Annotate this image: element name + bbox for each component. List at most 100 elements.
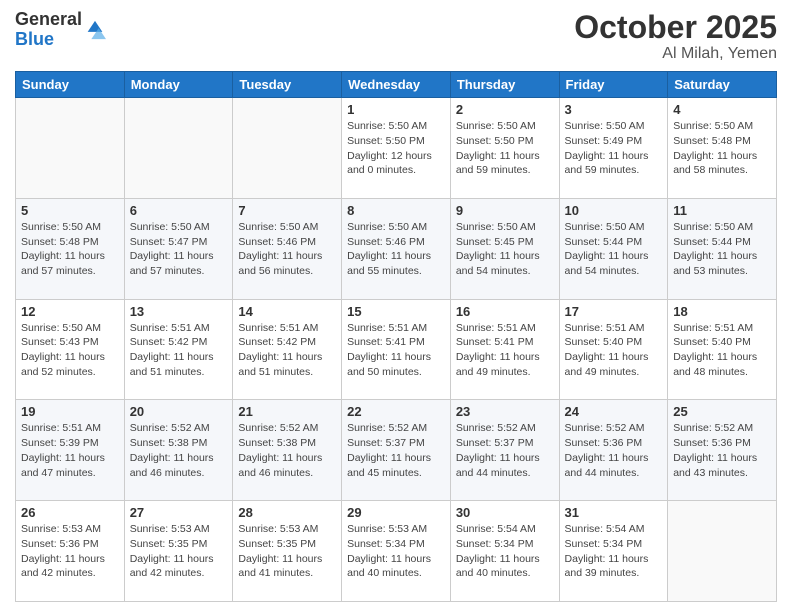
day-info: Sunrise: 5:51 AM Sunset: 5:42 PM Dayligh… — [238, 321, 336, 380]
day-number: 6 — [130, 203, 228, 218]
table-row: 4Sunrise: 5:50 AM Sunset: 5:48 PM Daylig… — [668, 98, 777, 199]
title-section: October 2025 Al Milah, Yemen — [574, 10, 777, 63]
day-number: 8 — [347, 203, 445, 218]
table-row: 25 Sunrise: 5:52 AM Sunset: 5:36 PM Dayli… — [668, 400, 777, 501]
day-info: Sunrise: 5:52 AM Sunset: 5:37 PM Dayligh… — [347, 421, 445, 480]
day-number: 21 — [238, 404, 336, 419]
table-row: 18 Sunrise: 5:51 AM Sunset: 5:40 PM Dayli… — [668, 299, 777, 400]
calendar-header-row: Sunday Monday Tuesday Wednesday Thursday… — [16, 72, 777, 98]
day-info: Sunrise: 5:51 AM Sunset: 5:41 PM Dayligh… — [456, 321, 554, 380]
day-number: 13 — [130, 304, 228, 319]
table-row: 11Sunrise: 5:50 AM Sunset: 5:44 PM Dayli… — [668, 198, 777, 299]
day-number: 22 — [347, 404, 445, 419]
day-info: Sunrise: 5:51 AM Sunset: 5:42 PM Dayligh… — [130, 321, 228, 380]
col-sunday: Sunday — [16, 72, 125, 98]
logo-icon — [84, 19, 106, 41]
day-info: Sunrise: 5:51 AM Sunset: 5:40 PM Dayligh… — [673, 321, 771, 380]
col-saturday: Saturday — [668, 72, 777, 98]
table-row: 24 Sunrise: 5:52 AM Sunset: 5:36 PM Dayli… — [559, 400, 668, 501]
calendar-week-row: 19 Sunrise: 5:51 AM Sunset: 5:39 PM Dayli… — [16, 400, 777, 501]
day-info: Sunrise: 5:53 AM Sunset: 5:35 PM Dayligh… — [238, 522, 336, 581]
table-row: 29Sunrise: 5:53 AM Sunset: 5:34 PM Dayli… — [342, 501, 451, 602]
calendar-week-row: 5 Sunrise: 5:50 AM Sunset: 5:48 PM Daylig… — [16, 198, 777, 299]
table-row: 20 Sunrise: 5:52 AM Sunset: 5:38 PM Dayli… — [124, 400, 233, 501]
table-row: 1Sunrise: 5:50 AM Sunset: 5:50 PM Daylig… — [342, 98, 451, 199]
calendar-week-row: 26 Sunrise: 5:53 AM Sunset: 5:36 PM Dayli… — [16, 501, 777, 602]
logo-blue: Blue — [15, 30, 82, 50]
table-row: 28 Sunrise: 5:53 AM Sunset: 5:35 PM Dayli… — [233, 501, 342, 602]
table-row: 22 Sunrise: 5:52 AM Sunset: 5:37 PM Dayli… — [342, 400, 451, 501]
calendar-table: Sunday Monday Tuesday Wednesday Thursday… — [15, 71, 777, 602]
table-row — [233, 98, 342, 199]
table-row — [668, 501, 777, 602]
table-row: 26 Sunrise: 5:53 AM Sunset: 5:36 PM Dayli… — [16, 501, 125, 602]
day-info: Sunrise: 5:52 AM Sunset: 5:38 PM Dayligh… — [238, 421, 336, 480]
day-number: 31 — [565, 505, 663, 520]
day-info: Sunrise: 5:50 AM Sunset: 5:46 PM Dayligh… — [347, 220, 445, 279]
col-friday: Friday — [559, 72, 668, 98]
table-row: 15 Sunrise: 5:51 AM Sunset: 5:41 PM Dayli… — [342, 299, 451, 400]
table-row: 9 Sunrise: 5:50 AM Sunset: 5:45 PM Daylig… — [450, 198, 559, 299]
location: Al Milah, Yemen — [574, 45, 777, 63]
day-number: 5 — [21, 203, 119, 218]
day-info: Sunrise: 5:52 AM Sunset: 5:37 PM Dayligh… — [456, 421, 554, 480]
calendar-week-row: 1Sunrise: 5:50 AM Sunset: 5:50 PM Daylig… — [16, 98, 777, 199]
day-info: Sunrise: 5:52 AM Sunset: 5:36 PM Dayligh… — [565, 421, 663, 480]
day-number: 23 — [456, 404, 554, 419]
table-row: 19 Sunrise: 5:51 AM Sunset: 5:39 PM Dayli… — [16, 400, 125, 501]
day-info: Sunrise: 5:50 AM Sunset: 5:45 PM Dayligh… — [456, 220, 554, 279]
table-row: 12 Sunrise: 5:50 AM Sunset: 5:43 PM Dayli… — [16, 299, 125, 400]
table-row: 21 Sunrise: 5:52 AM Sunset: 5:38 PM Dayli… — [233, 400, 342, 501]
day-number: 26 — [21, 505, 119, 520]
day-number: 20 — [130, 404, 228, 419]
day-number: 16 — [456, 304, 554, 319]
table-row: 8 Sunrise: 5:50 AM Sunset: 5:46 PM Daylig… — [342, 198, 451, 299]
day-info: Sunrise: 5:51 AM Sunset: 5:39 PM Dayligh… — [21, 421, 119, 480]
day-info: Sunrise: 5:50 AM Sunset: 5:50 PM Dayligh… — [347, 119, 445, 178]
table-row: 6 Sunrise: 5:50 AM Sunset: 5:47 PM Daylig… — [124, 198, 233, 299]
day-number: 25 — [673, 404, 771, 419]
day-number: 12 — [21, 304, 119, 319]
day-number: 19 — [21, 404, 119, 419]
table-row: 13 Sunrise: 5:51 AM Sunset: 5:42 PM Dayli… — [124, 299, 233, 400]
day-number: 17 — [565, 304, 663, 319]
day-number: 18 — [673, 304, 771, 319]
day-info: Sunrise: 5:52 AM Sunset: 5:36 PM Dayligh… — [673, 421, 771, 480]
day-info: Sunrise: 5:51 AM Sunset: 5:41 PM Dayligh… — [347, 321, 445, 380]
header: General Blue October 2025 Al Milah, Yeme… — [15, 10, 777, 63]
page: General Blue October 2025 Al Milah, Yeme… — [0, 0, 792, 612]
day-info: Sunrise: 5:52 AM Sunset: 5:38 PM Dayligh… — [130, 421, 228, 480]
table-row: 5 Sunrise: 5:50 AM Sunset: 5:48 PM Daylig… — [16, 198, 125, 299]
table-row — [124, 98, 233, 199]
col-tuesday: Tuesday — [233, 72, 342, 98]
day-number: 10 — [565, 203, 663, 218]
day-number: 28 — [238, 505, 336, 520]
day-info: Sunrise: 5:50 AM Sunset: 5:44 PM Dayligh… — [673, 220, 771, 279]
day-info: Sunrise: 5:50 AM Sunset: 5:48 PM Dayligh… — [21, 220, 119, 279]
day-info: Sunrise: 5:53 AM Sunset: 5:35 PM Dayligh… — [130, 522, 228, 581]
day-number: 15 — [347, 304, 445, 319]
table-row: 27Sunrise: 5:53 AM Sunset: 5:35 PM Dayli… — [124, 501, 233, 602]
day-info: Sunrise: 5:50 AM Sunset: 5:49 PM Dayligh… — [565, 119, 663, 178]
logo-general: General — [15, 10, 82, 30]
calendar-week-row: 12 Sunrise: 5:50 AM Sunset: 5:43 PM Dayli… — [16, 299, 777, 400]
day-number: 7 — [238, 203, 336, 218]
table-row: 31 Sunrise: 5:54 AM Sunset: 5:34 PM Dayli… — [559, 501, 668, 602]
table-row: 16 Sunrise: 5:51 AM Sunset: 5:41 PM Dayli… — [450, 299, 559, 400]
col-monday: Monday — [124, 72, 233, 98]
table-row: 17Sunrise: 5:51 AM Sunset: 5:40 PM Dayli… — [559, 299, 668, 400]
month-title: October 2025 — [574, 10, 777, 45]
day-number: 14 — [238, 304, 336, 319]
day-info: Sunrise: 5:53 AM Sunset: 5:36 PM Dayligh… — [21, 522, 119, 581]
day-info: Sunrise: 5:50 AM Sunset: 5:47 PM Dayligh… — [130, 220, 228, 279]
col-wednesday: Wednesday — [342, 72, 451, 98]
day-number: 4 — [673, 102, 771, 117]
day-info: Sunrise: 5:53 AM Sunset: 5:34 PM Dayligh… — [347, 522, 445, 581]
day-info: Sunrise: 5:50 AM Sunset: 5:43 PM Dayligh… — [21, 321, 119, 380]
table-row: 2Sunrise: 5:50 AM Sunset: 5:50 PM Daylig… — [450, 98, 559, 199]
day-number: 9 — [456, 203, 554, 218]
day-number: 24 — [565, 404, 663, 419]
day-info: Sunrise: 5:54 AM Sunset: 5:34 PM Dayligh… — [565, 522, 663, 581]
day-info: Sunrise: 5:50 AM Sunset: 5:50 PM Dayligh… — [456, 119, 554, 178]
day-number: 30 — [456, 505, 554, 520]
